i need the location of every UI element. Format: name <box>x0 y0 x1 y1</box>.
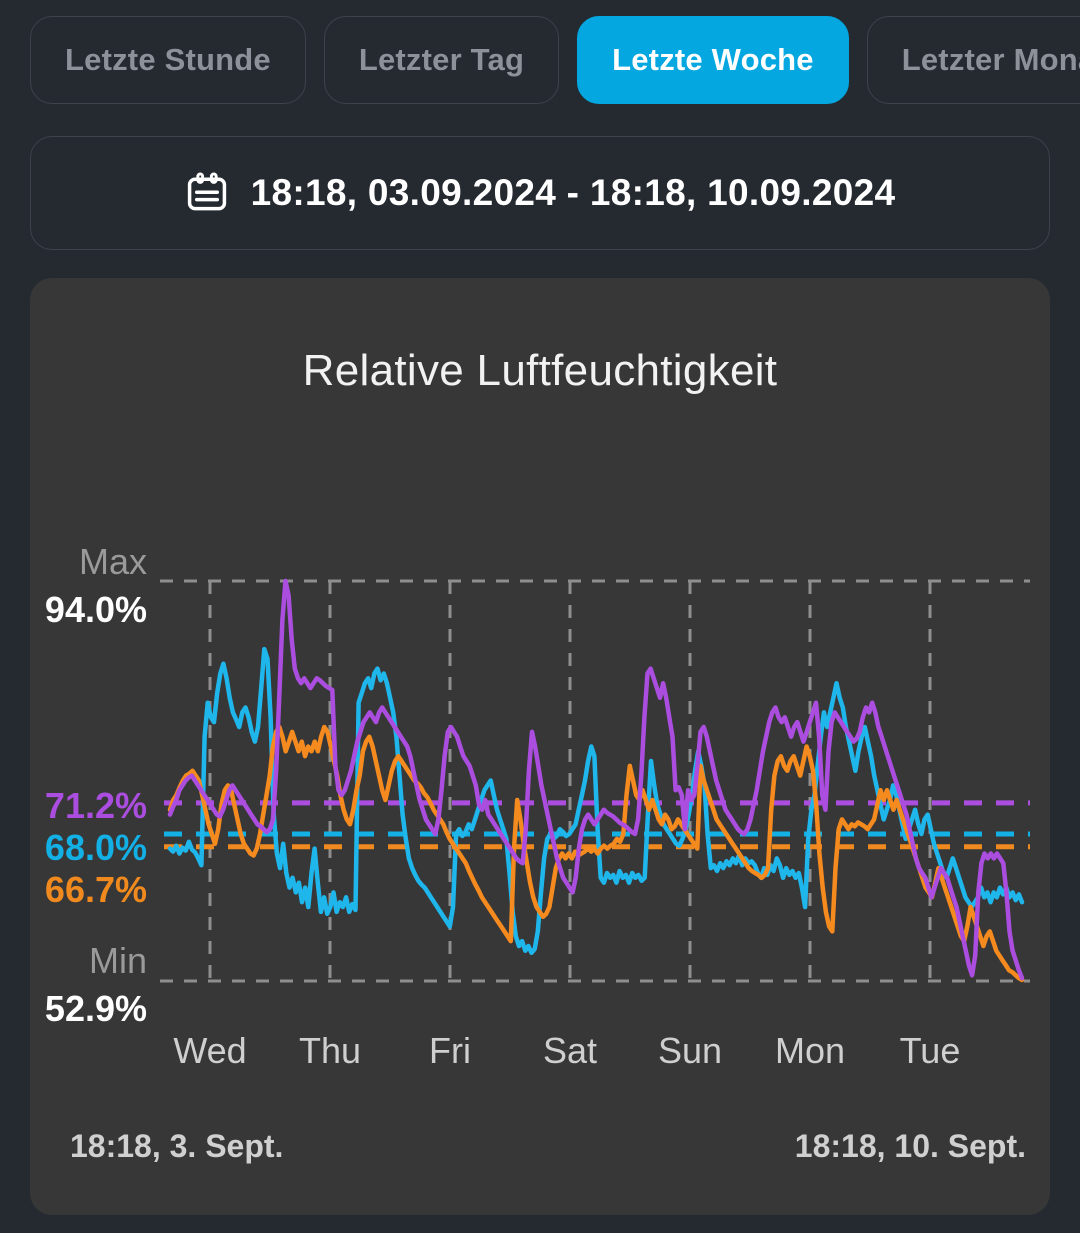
y-axis-min-block: Min 52.9% <box>45 940 147 1030</box>
y-axis-max-caption: Max <box>78 541 147 582</box>
range-tab-bar[interactable]: Letzte Stunde Letzter Tag Letzte Woche L… <box>30 14 1080 106</box>
range-tab-letzte-woche[interactable]: Letzte Woche <box>577 16 849 104</box>
range-tab-letzter-monat[interactable]: Letzter Monat <box>866 16 1080 104</box>
x-axis-tick-mon: Mon <box>774 1030 846 1071</box>
threshold-label-orange: 66.7% <box>44 869 147 910</box>
threshold-label-cyan: 68.0% <box>44 827 147 868</box>
x-axis-tick-sat: Sat <box>542 1030 598 1071</box>
date-range-selector[interactable]: 18:18, 03.09.2024 - 18:18, 10.09.2024 <box>30 136 1050 250</box>
range-tab-letzte-stunde[interactable]: Letzte Stunde <box>30 16 306 104</box>
y-axis-min-caption: Min <box>88 940 147 981</box>
chart-footer-start-time: 18:18, 3. Sept. <box>70 1128 284 1164</box>
threshold-label-purple: 71.2% <box>44 785 147 826</box>
calendar-icon <box>187 172 226 211</box>
y-axis-max-block: Max 94.0% <box>45 541 147 631</box>
range-tab-letzter-tag[interactable]: Letzter Tag <box>323 16 560 104</box>
x-axis-tick-wed: Wed <box>173 1030 247 1071</box>
x-axis-tick-sun: Sun <box>657 1030 723 1071</box>
humidity-chart-card: Relative Luftfeuchtigkeit Max 94.0% Min … <box>30 278 1050 1215</box>
x-axis-tick-thu: Thu <box>298 1030 362 1071</box>
y-axis-max-value: 94.0% <box>44 589 147 630</box>
x-axis-tick-fri: Fri <box>429 1030 471 1071</box>
date-range-label: 18:18, 03.09.2024 - 18:18, 10.09.2024 <box>250 172 896 213</box>
chart-svg <box>160 578 1030 983</box>
chart-footer-end-time: 18:18, 10. Sept. <box>794 1128 1026 1164</box>
y-axis-min-value: 52.9% <box>44 988 147 1029</box>
chart-series <box>167 578 1025 983</box>
chart-plot-area[interactable]: Max 94.0% Min 52.9% 71.2% 68.0% 66.7% We… <box>30 278 1050 1215</box>
x-axis-tick-tue: Tue <box>899 1030 961 1071</box>
